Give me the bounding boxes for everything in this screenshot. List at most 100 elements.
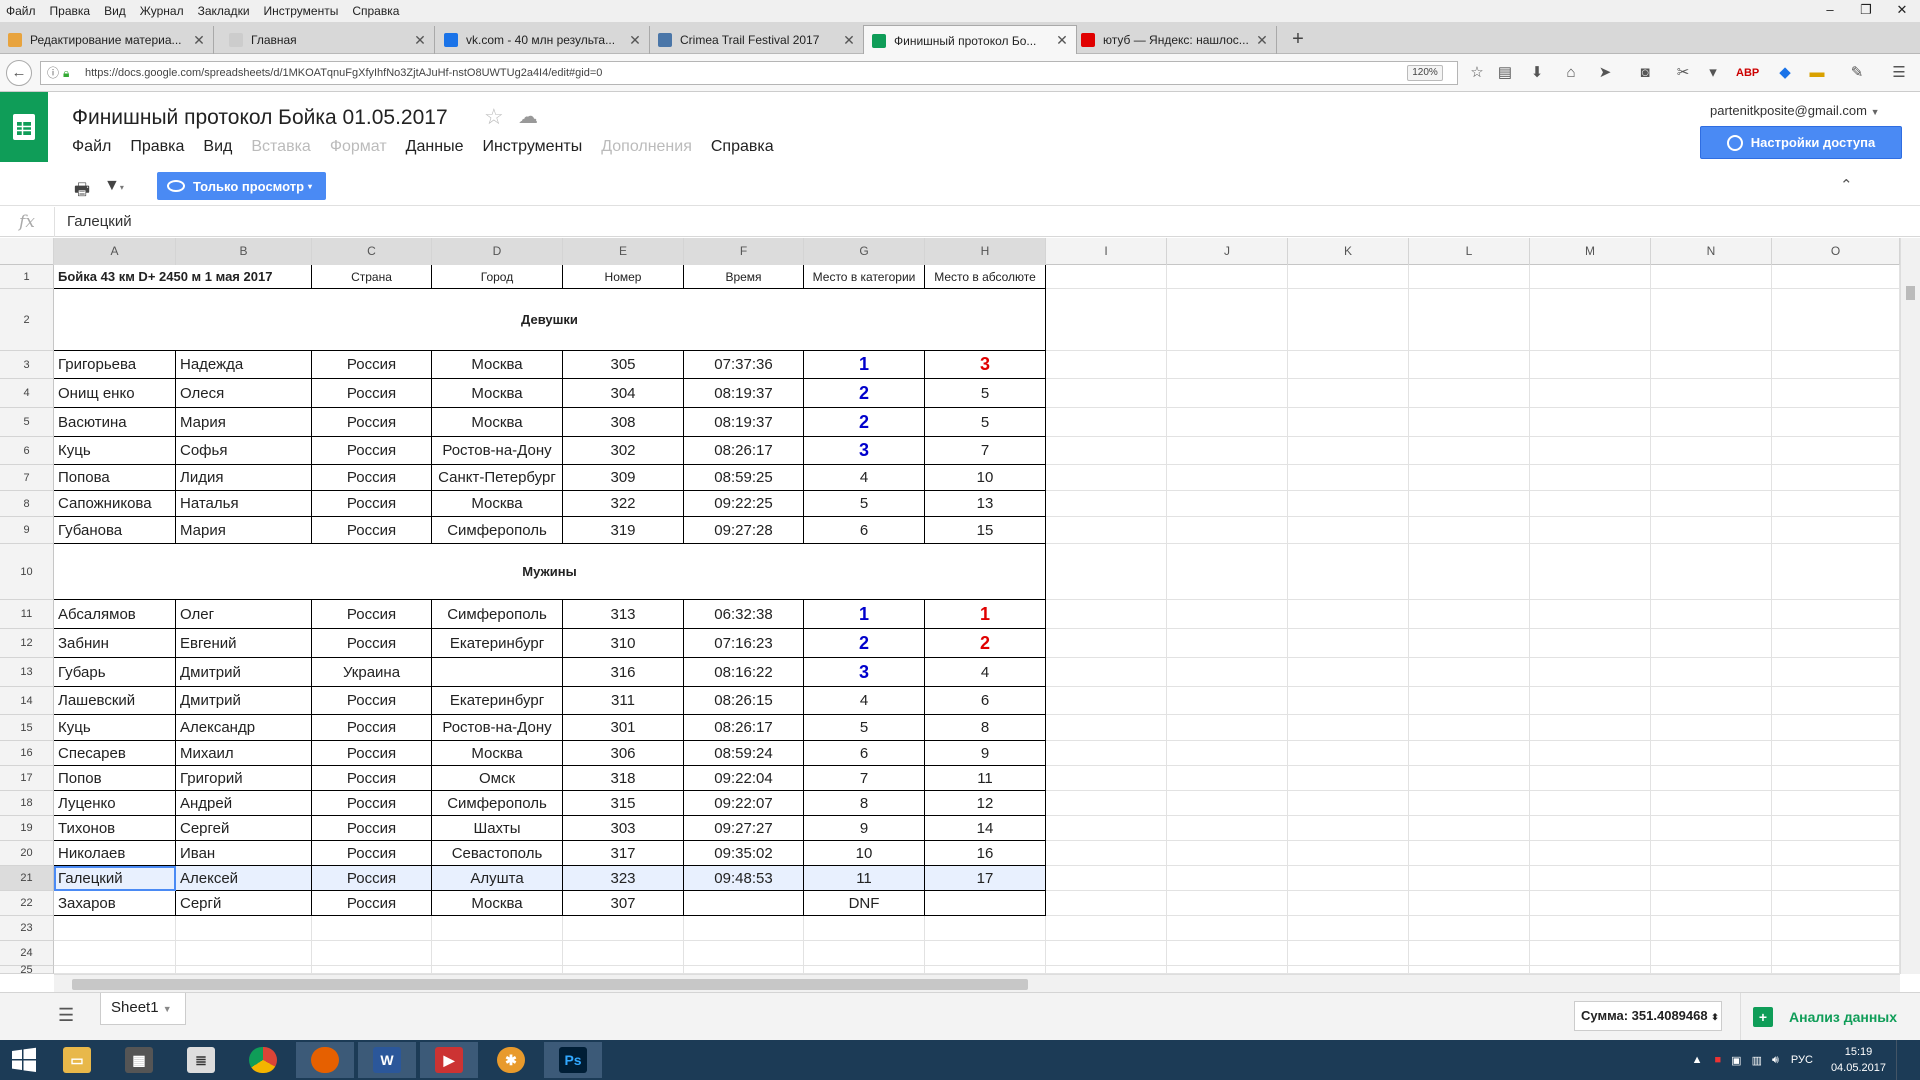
empty-cell[interactable] bbox=[432, 966, 563, 974]
table-cell[interactable]: Россия bbox=[312, 866, 432, 891]
empty-cell[interactable] bbox=[1409, 600, 1530, 629]
empty-cell[interactable] bbox=[1409, 658, 1530, 687]
table-cell[interactable]: 06:32:38 bbox=[684, 600, 804, 629]
table-cell[interactable]: Сапожникова bbox=[54, 491, 176, 517]
table-cell[interactable]: Попова bbox=[54, 465, 176, 491]
empty-cell[interactable] bbox=[1651, 491, 1772, 517]
empty-cell[interactable] bbox=[925, 941, 1046, 966]
table-cell[interactable]: Севастополь bbox=[432, 841, 563, 866]
empty-cell[interactable] bbox=[1530, 841, 1651, 866]
empty-cell[interactable] bbox=[1167, 816, 1288, 841]
table-cell[interactable]: Алушта bbox=[432, 866, 563, 891]
table-cell[interactable]: 2 bbox=[925, 629, 1046, 658]
empty-cell[interactable] bbox=[1167, 966, 1288, 974]
empty-cell[interactable] bbox=[1651, 966, 1772, 974]
column-header[interactable]: I bbox=[1046, 238, 1167, 265]
empty-cell[interactable] bbox=[1772, 866, 1900, 891]
empty-cell[interactable] bbox=[1288, 966, 1409, 974]
empty-cell[interactable] bbox=[54, 966, 176, 974]
empty-cell[interactable] bbox=[1409, 715, 1530, 741]
table-cell[interactable]: Куць bbox=[54, 715, 176, 741]
table-cell[interactable]: 16 bbox=[925, 841, 1046, 866]
empty-cell[interactable] bbox=[1046, 351, 1167, 379]
language-indicator[interactable]: РУС bbox=[1791, 1054, 1813, 1066]
empty-cell[interactable] bbox=[1530, 916, 1651, 941]
empty-cell[interactable] bbox=[1046, 517, 1167, 544]
vertical-scrollbar[interactable] bbox=[1900, 238, 1920, 974]
table-cell[interactable]: 09:35:02 bbox=[684, 841, 804, 866]
table-cell[interactable]: Симферополь bbox=[432, 517, 563, 544]
table-cell[interactable]: Екатеринбург bbox=[432, 629, 563, 658]
sheets-logo-icon[interactable] bbox=[0, 92, 48, 162]
empty-cell[interactable] bbox=[1288, 841, 1409, 866]
empty-cell[interactable] bbox=[1409, 741, 1530, 766]
empty-cell[interactable] bbox=[1046, 841, 1167, 866]
empty-cell[interactable] bbox=[1288, 741, 1409, 766]
empty-cell[interactable] bbox=[176, 966, 312, 974]
table-cell[interactable]: Олеся bbox=[176, 379, 312, 408]
table-cell[interactable]: 5 bbox=[925, 379, 1046, 408]
table-cell[interactable]: 11 bbox=[804, 866, 925, 891]
empty-cell[interactable] bbox=[1530, 408, 1651, 437]
table-cell[interactable]: Россия bbox=[312, 379, 432, 408]
empty-cell[interactable] bbox=[1409, 916, 1530, 941]
extension-icon[interactable]: ✂ bbox=[1672, 62, 1694, 84]
browser-tab[interactable]: Финишный протокол Бо... ✕ bbox=[863, 25, 1077, 55]
close-tab-icon[interactable]: ✕ bbox=[1054, 32, 1070, 49]
table-cell[interactable]: Симферополь bbox=[432, 600, 563, 629]
table-cell[interactable]: Россия bbox=[312, 437, 432, 465]
doc-menu-item[interactable]: Данные bbox=[406, 138, 464, 156]
empty-cell[interactable] bbox=[1288, 687, 1409, 715]
empty-cell[interactable] bbox=[1167, 408, 1288, 437]
empty-cell[interactable] bbox=[1167, 658, 1288, 687]
new-tab-button[interactable]: + bbox=[1283, 26, 1313, 54]
empty-cell[interactable] bbox=[1772, 715, 1900, 741]
empty-cell[interactable] bbox=[1772, 841, 1900, 866]
column-header[interactable]: H bbox=[925, 238, 1046, 265]
column-header[interactable]: L bbox=[1409, 238, 1530, 265]
tray-expand-icon[interactable]: ▲ bbox=[1692, 1054, 1703, 1066]
empty-cell[interactable] bbox=[1409, 351, 1530, 379]
empty-cell[interactable] bbox=[1651, 658, 1772, 687]
empty-cell[interactable] bbox=[1167, 517, 1288, 544]
empty-cell[interactable] bbox=[1530, 491, 1651, 517]
empty-cell[interactable] bbox=[1772, 544, 1900, 600]
table-cell[interactable]: 310 bbox=[563, 629, 684, 658]
empty-cell[interactable] bbox=[1772, 491, 1900, 517]
row-header[interactable]: 2 bbox=[0, 289, 54, 351]
table-cell[interactable]: Михаил bbox=[176, 741, 312, 766]
print-icon[interactable]: 🖶︎ bbox=[74, 177, 90, 206]
table-cell[interactable]: 301 bbox=[563, 715, 684, 741]
table-cell[interactable]: 5 bbox=[804, 491, 925, 517]
table-cell[interactable]: Дмитрий bbox=[176, 658, 312, 687]
close-tab-icon[interactable]: ✕ bbox=[1254, 32, 1270, 49]
empty-cell[interactable] bbox=[1046, 941, 1167, 966]
pocket-icon[interactable]: ◙ bbox=[1634, 62, 1656, 84]
all-sheets-icon[interactable]: ☰ bbox=[58, 1005, 74, 1026]
empty-cell[interactable] bbox=[1046, 600, 1167, 629]
empty-cell[interactable] bbox=[54, 941, 176, 966]
table-cell[interactable]: 6 bbox=[804, 517, 925, 544]
table-cell[interactable]: Алексей bbox=[176, 866, 312, 891]
table-cell[interactable]: Россия bbox=[312, 517, 432, 544]
table-cell[interactable]: Москва bbox=[432, 408, 563, 437]
table-cell[interactable]: Забнин bbox=[54, 629, 176, 658]
empty-cell[interactable] bbox=[1409, 791, 1530, 816]
empty-cell[interactable] bbox=[1288, 941, 1409, 966]
empty-cell[interactable] bbox=[1046, 629, 1167, 658]
table-cell[interactable]: Захаров bbox=[54, 891, 176, 916]
tools-icon[interactable]: ✎ bbox=[1846, 62, 1868, 84]
empty-cell[interactable] bbox=[1772, 891, 1900, 916]
table-cell[interactable]: 6 bbox=[925, 687, 1046, 715]
empty-cell[interactable] bbox=[1288, 265, 1409, 289]
empty-cell[interactable] bbox=[1651, 891, 1772, 916]
table-cell[interactable]: Россия bbox=[312, 891, 432, 916]
column-header[interactable]: J bbox=[1167, 238, 1288, 265]
empty-cell[interactable] bbox=[804, 966, 925, 974]
table-cell[interactable]: 10 bbox=[804, 841, 925, 866]
close-tab-icon[interactable]: ✕ bbox=[412, 32, 428, 49]
table-cell[interactable]: 09:27:27 bbox=[684, 816, 804, 841]
table-cell[interactable]: Москва bbox=[432, 741, 563, 766]
empty-cell[interactable] bbox=[1046, 408, 1167, 437]
table-cell[interactable]: 319 bbox=[563, 517, 684, 544]
